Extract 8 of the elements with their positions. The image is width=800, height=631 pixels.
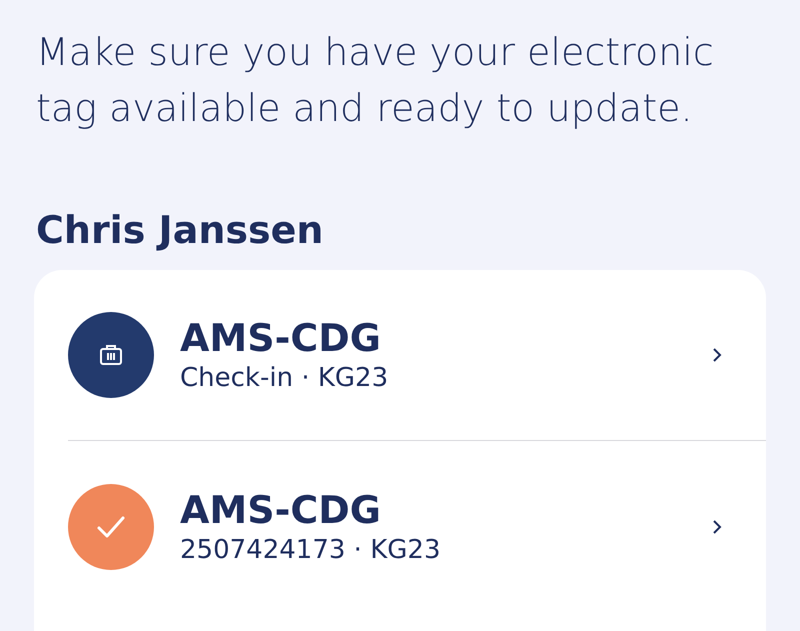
instruction-text: Make sure you have your electronic tag available and ready to update.	[36, 29, 715, 132]
trip-detail: 2507424173 · KG23	[180, 534, 440, 566]
chevron-right-icon[interactable]	[712, 518, 722, 534]
trip-detail: Check-in · KG23	[180, 362, 388, 395]
chevron-right-icon[interactable]	[712, 347, 722, 363]
passenger-name: Chris Janssen	[36, 207, 324, 254]
route-title: AMS-CDG	[180, 486, 381, 532]
route-title: AMS-CDG	[180, 315, 381, 361]
